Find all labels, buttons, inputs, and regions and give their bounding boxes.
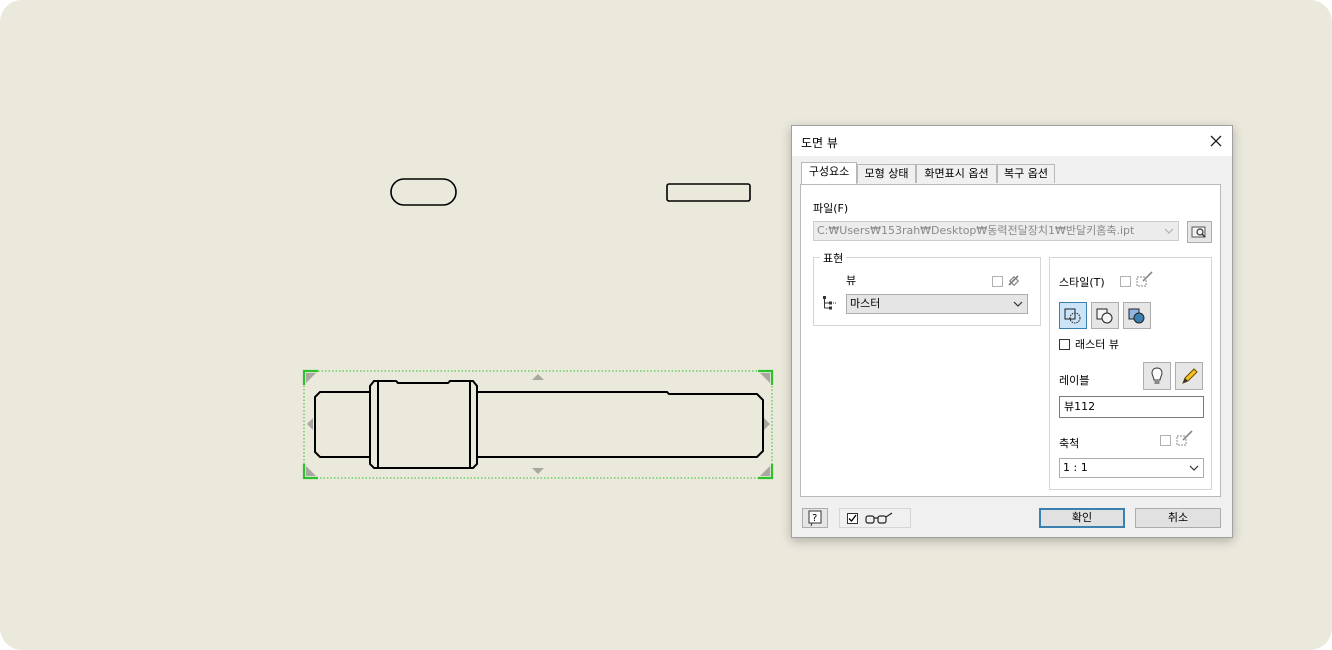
tree-structure-icon <box>823 296 837 310</box>
representation-group-label: 표현 <box>820 250 847 266</box>
style-group: 스타일(T) 래스터 뷰 레이블 뷰112 축척 1: 1 <box>1049 257 1212 490</box>
selection-boundary <box>303 370 773 479</box>
style-from-base-checkbox[interactable] <box>1120 276 1131 287</box>
view-rep-value: 마스터 <box>850 297 881 310</box>
glasses-icon <box>865 512 893 524</box>
preview-toggle[interactable] <box>839 508 911 528</box>
associative-checkbox[interactable] <box>992 276 1003 287</box>
raster-view-checkbox[interactable] <box>1059 339 1070 350</box>
edge-handle-bottom[interactable] <box>532 468 544 474</box>
shaft-outline <box>314 380 764 469</box>
hidden-line-removed-style-icon <box>1096 308 1113 324</box>
view-label-title: 레이블 <box>1059 374 1090 387</box>
tab-panel-components: 파일(F) C:₩Users₩153rah₩Desktop₩동력전달장치1₩반달… <box>800 184 1221 497</box>
drawing-canvas[interactable]: 도면 뷰 구성요소 모형 상태 화면표시 옵션 복구 옵션 파일(F) C:₩U… <box>0 0 1332 650</box>
help-button[interactable]: ? <box>802 508 828 528</box>
style-hidden-line-button[interactable] <box>1059 302 1087 329</box>
toggle-label-visibility-button[interactable] <box>1143 362 1171 390</box>
chevron-down-icon <box>1164 228 1174 234</box>
edit-label-button[interactable] <box>1175 362 1203 390</box>
link-icon <box>1008 275 1020 287</box>
preview-checkbox[interactable] <box>847 513 858 524</box>
raster-view-label: 래스터 뷰 <box>1075 338 1119 351</box>
dialog-titlebar[interactable]: 도면 뷰 <box>792 126 1232 156</box>
style-label: 스타일(T) <box>1059 276 1105 289</box>
style-link-icon <box>1136 271 1153 287</box>
help-icon: ? <box>808 510 822 527</box>
lightbulb-icon <box>1151 367 1163 384</box>
shaft-view-selected[interactable] <box>302 369 774 480</box>
cancel-button[interactable]: 취소 <box>1135 508 1221 528</box>
ok-button[interactable]: 확인 <box>1039 508 1125 528</box>
tab-model-state[interactable]: 모형 상태 <box>857 164 916 183</box>
svg-text:?: ? <box>812 513 817 524</box>
key-side-view[interactable] <box>666 183 751 202</box>
folder-search-icon <box>1191 226 1206 238</box>
chevron-down-icon <box>1013 301 1023 307</box>
file-label: 파일(F) <box>813 202 849 215</box>
tab-recovery-options[interactable]: 복구 옵션 <box>997 164 1055 183</box>
style-shaded-button[interactable] <box>1123 302 1151 329</box>
tab-display-options[interactable]: 화면표시 옵션 <box>916 164 997 183</box>
pencil-icon <box>1182 368 1198 384</box>
edge-handle-right[interactable] <box>764 418 770 430</box>
dialog-title: 도면 뷰 <box>801 136 838 150</box>
scale-link-icon <box>1176 430 1193 446</box>
edge-handle-top[interactable] <box>532 374 544 380</box>
scale-value: 1 : 1 <box>1063 461 1088 474</box>
keyway-slot-view[interactable] <box>390 178 457 206</box>
corner-grip-bottom-left[interactable] <box>306 466 316 476</box>
corner-grip-bottom-right[interactable] <box>760 466 770 476</box>
file-path-combo: C:₩Users₩153rah₩Desktop₩동력전달장치1₩반달키홈축.ip… <box>813 221 1179 241</box>
tab-components[interactable]: 구성요소 <box>801 162 857 184</box>
edge-handle-left[interactable] <box>307 418 313 430</box>
view-rep-label: 뷰 <box>846 274 857 287</box>
representation-group: 표현 뷰 마스터 <box>813 250 1041 326</box>
browse-file-button[interactable] <box>1187 221 1212 243</box>
scale-label: 축척 <box>1059 437 1080 450</box>
style-hidden-line-removed-button[interactable] <box>1091 302 1119 329</box>
view-rep-select[interactable]: 마스터 <box>846 294 1028 314</box>
checkmark-icon <box>848 514 857 522</box>
corner-grip-top-left[interactable] <box>306 373 316 383</box>
drawing-view-dialog: 도면 뷰 구성요소 모형 상태 화면표시 옵션 복구 옵션 파일(F) C:₩U… <box>791 125 1233 538</box>
view-label-input[interactable]: 뷰112 <box>1059 396 1204 418</box>
scale-from-base-checkbox[interactable] <box>1160 435 1171 446</box>
chevron-down-icon <box>1189 465 1199 471</box>
corner-grip-top-right[interactable] <box>760 373 770 383</box>
shaded-style-icon <box>1128 308 1145 324</box>
scale-select[interactable]: 1 : 1 <box>1059 458 1204 478</box>
file-path-value: C:₩Users₩153rah₩Desktop₩동력전달장치1₩반달키홈축.ip… <box>817 224 1135 237</box>
hidden-line-style-icon <box>1064 308 1081 324</box>
close-icon[interactable] <box>1206 131 1226 151</box>
